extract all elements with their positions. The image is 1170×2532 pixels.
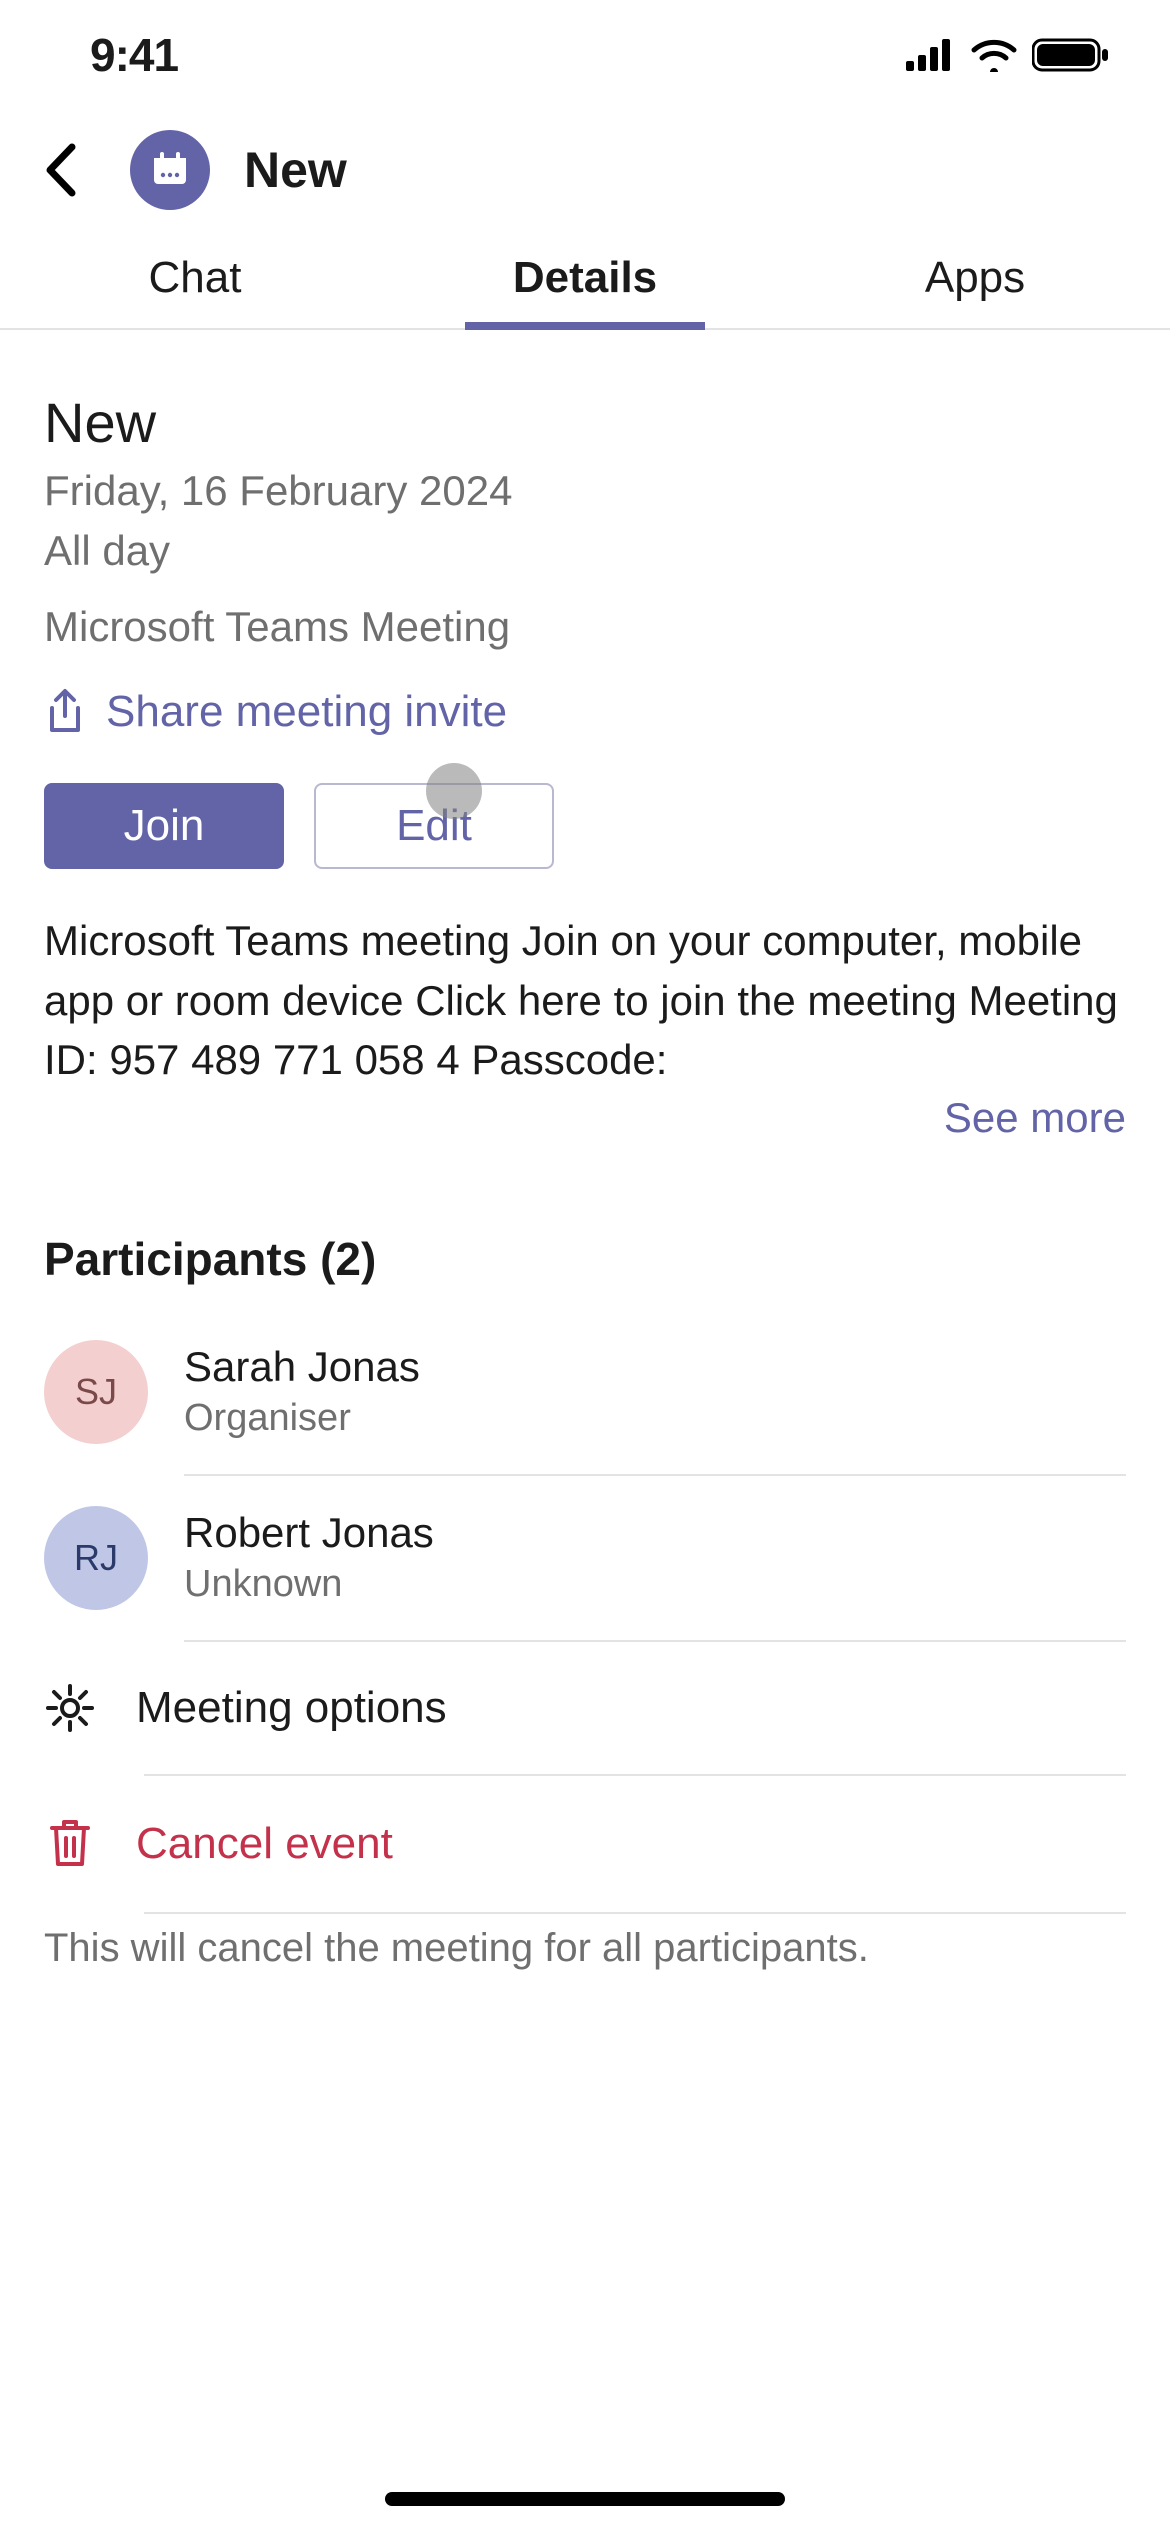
meeting-description: Microsoft Teams meeting Join on your com… bbox=[44, 911, 1126, 1090]
participants-heading: Participants (2) bbox=[44, 1232, 1126, 1286]
share-label: Share meeting invite bbox=[106, 687, 507, 737]
meeting-title: New bbox=[44, 390, 1126, 455]
participant-name: Sarah Jonas bbox=[184, 1343, 420, 1391]
content: New Friday, 16 February 2024 All day Mic… bbox=[0, 330, 1170, 1971]
tab-apps[interactable]: Apps bbox=[780, 230, 1170, 328]
trash-icon bbox=[44, 1816, 96, 1872]
chevron-left-icon bbox=[42, 143, 78, 197]
battery-icon bbox=[1032, 37, 1110, 73]
divider bbox=[144, 1912, 1126, 1914]
participant-role: Unknown bbox=[184, 1563, 434, 1606]
cancel-event-label: Cancel event bbox=[136, 1819, 393, 1869]
back-button[interactable] bbox=[30, 140, 90, 200]
join-button[interactable]: Join bbox=[44, 783, 284, 869]
calendar-badge-icon bbox=[130, 130, 210, 210]
tab-chat[interactable]: Chat bbox=[0, 230, 390, 328]
share-meeting-invite[interactable]: Share meeting invite bbox=[44, 687, 1126, 737]
action-buttons: Join Edit bbox=[44, 783, 1126, 869]
avatar: SJ bbox=[44, 1340, 148, 1444]
participant-name: Robert Jonas bbox=[184, 1509, 434, 1557]
meeting-options-label: Meeting options bbox=[136, 1683, 447, 1733]
meeting-allday: All day bbox=[44, 527, 1126, 575]
meeting-date: Friday, 16 February 2024 bbox=[44, 467, 1126, 515]
meeting-type: Microsoft Teams Meeting bbox=[44, 603, 1126, 651]
header-title: New bbox=[244, 141, 347, 199]
avatar: RJ bbox=[44, 1506, 148, 1610]
participant-row[interactable]: SJ Sarah Jonas Organiser bbox=[44, 1310, 1126, 1474]
meeting-options-row[interactable]: Meeting options bbox=[44, 1642, 1126, 1774]
edit-button[interactable]: Edit bbox=[314, 783, 554, 869]
header: New bbox=[0, 110, 1170, 230]
cancel-note: This will cancel the meeting for all par… bbox=[44, 1926, 1126, 1971]
gear-icon bbox=[44, 1682, 96, 1734]
cellular-icon bbox=[906, 39, 956, 71]
share-icon bbox=[44, 688, 86, 736]
tab-details[interactable]: Details bbox=[390, 230, 780, 328]
cancel-event-row[interactable]: Cancel event bbox=[44, 1776, 1126, 1912]
participant-role: Organiser bbox=[184, 1397, 420, 1440]
wifi-icon bbox=[970, 38, 1018, 72]
see-more-link[interactable]: See more bbox=[44, 1094, 1126, 1142]
status-icons bbox=[906, 37, 1110, 73]
tabs: Chat Details Apps bbox=[0, 230, 1170, 330]
participant-row[interactable]: RJ Robert Jonas Unknown bbox=[44, 1476, 1126, 1640]
status-time: 9:41 bbox=[90, 28, 178, 82]
status-bar: 9:41 bbox=[0, 0, 1170, 110]
home-indicator[interactable] bbox=[385, 2492, 785, 2506]
